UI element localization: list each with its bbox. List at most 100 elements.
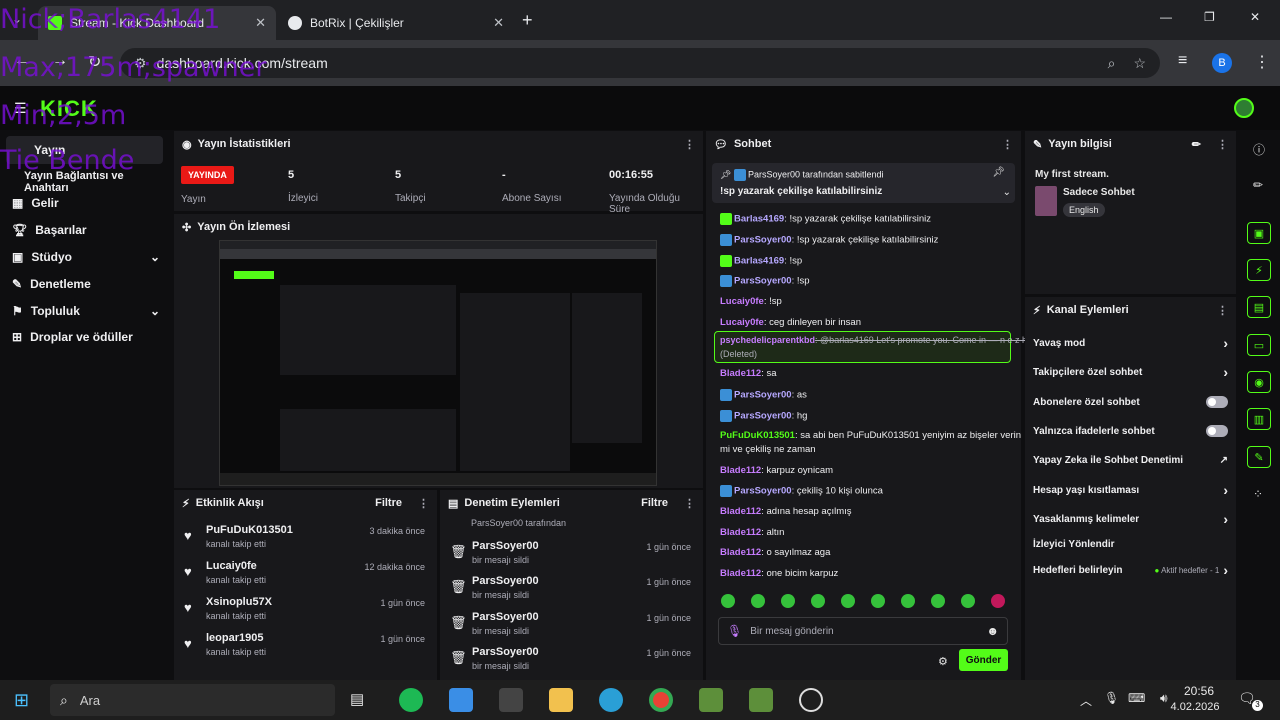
chat-settings-icon[interactable]: ⚙ — [938, 655, 948, 668]
tab-botrix[interactable]: BotRix | Çekilişler ✕ — [278, 6, 514, 40]
filter-button[interactable]: Filtre — [641, 497, 668, 509]
media-control-icon[interactable]: ≡ — [1178, 52, 1187, 70]
activity-user[interactable]: leopar1905 — [206, 632, 263, 644]
emote-icon[interactable] — [901, 594, 915, 608]
emote-icon[interactable] — [991, 594, 1005, 608]
taskbar-search[interactable]: ⌕ Ara — [50, 684, 335, 716]
sidebar-item-gelir[interactable]: ▦ Gelir — [12, 196, 59, 210]
bookmark-star-icon[interactable]: ☆ — [1133, 55, 1146, 72]
sidebar-item-studyo[interactable]: ▣ Stüdyo ⌄ — [12, 250, 160, 264]
send-button[interactable]: Gönder — [959, 649, 1008, 671]
info-icon[interactable]: ⓘ — [1253, 141, 1265, 158]
chat-username[interactable]: Lucaiy0fe — [720, 296, 764, 307]
chat-username[interactable]: Blade112 — [720, 527, 761, 538]
chat-username[interactable]: Blade112 — [720, 547, 761, 558]
chat-username[interactable]: ParsSoyer00 — [734, 276, 792, 287]
microphone-tray-icon[interactable]: 🎙︎ — [1104, 691, 1119, 705]
stream-preview-video[interactable] — [219, 240, 657, 486]
emote-icon[interactable] — [961, 594, 975, 608]
more-options-icon[interactable]: ⋮ — [684, 497, 695, 510]
more-options-icon[interactable]: ⋮ — [1002, 138, 1013, 151]
add-widget-icon[interactable]: ⁘ — [1253, 487, 1263, 501]
keyboard-icon[interactable]: ⌨ — [1128, 691, 1145, 705]
clock-date[interactable]: 4.02.2026 — [1160, 701, 1230, 713]
microphone-icon[interactable]: 🎙︎ — [727, 624, 742, 638]
chat-username[interactable]: ParsSoyer00 — [734, 486, 792, 497]
moderation-user[interactable]: ParsSoyer00 — [472, 611, 539, 623]
chat-username[interactable]: ParsSoyer00 — [734, 411, 792, 422]
emote-icon[interactable] — [931, 594, 945, 608]
zoom-search-icon[interactable]: ⌕ — [1108, 55, 1116, 72]
activity-user[interactable]: Lucaiy0fe — [206, 560, 257, 572]
chevron-down-icon[interactable]: ⌄ — [1003, 187, 1011, 198]
channel-action-ai-moderation[interactable]: Yapay Zeka ile Sohbet Denetimi ↗ — [1033, 449, 1228, 471]
chat-username[interactable]: Blade112 — [720, 506, 761, 517]
edge-icon[interactable] — [599, 688, 623, 712]
chat-username[interactable]: psychedelicparentkbd — [720, 335, 815, 345]
chat-username[interactable]: ParsSoyer00 — [734, 235, 792, 246]
channel-action-emote-only[interactable]: Yalnızca ifadelerle sohbet — [1033, 420, 1228, 442]
rail-chat-button[interactable]: ▭ — [1247, 334, 1271, 356]
emoji-icon[interactable]: ☻ — [986, 624, 999, 638]
chat-username[interactable]: Barlas4169 — [734, 214, 784, 225]
rail-moderation-button[interactable]: ▤ — [1247, 296, 1271, 318]
user-avatar[interactable] — [1234, 98, 1254, 118]
sidebar-item-denetleme[interactable]: ✎ Denetleme — [12, 277, 91, 291]
emote-icon[interactable] — [871, 594, 885, 608]
minimize-icon[interactable]: — — [1160, 10, 1172, 24]
profile-avatar[interactable]: B — [1212, 53, 1232, 73]
restore-icon[interactable]: ❐ — [1204, 10, 1215, 24]
edit-rail-icon[interactable]: ✏ — [1253, 178, 1263, 192]
rail-broadcast-button[interactable]: ◉ — [1247, 371, 1271, 393]
channel-action-slow-mode[interactable]: Yavaş mod › — [1033, 332, 1228, 354]
chat-input[interactable]: 🎙︎ Bir mesaj gönderin ☻ — [718, 617, 1008, 645]
activity-user[interactable]: Xsinoplu57X — [206, 596, 272, 608]
chat-username[interactable]: Blade112 — [720, 465, 761, 476]
pinned-message[interactable]: 📌︎ ParsSoyer00 tarafından sabitlendi !sp… — [712, 163, 1015, 203]
filter-button[interactable]: Filtre — [375, 497, 402, 509]
moderation-user[interactable]: ParsSoyer00 — [472, 575, 539, 587]
close-window-icon[interactable]: ✕ — [1250, 10, 1260, 24]
clock-time[interactable]: 20:56 — [1172, 684, 1226, 698]
emote-icon[interactable] — [841, 594, 855, 608]
more-options-icon[interactable]: ⋮ — [684, 138, 695, 151]
more-options-icon[interactable]: ⋮ — [1217, 138, 1228, 151]
channel-action-banned-words[interactable]: Yasaklanmış kelimeler › — [1033, 508, 1228, 530]
windows-start-icon[interactable]: ⊞ — [14, 690, 29, 711]
more-options-icon[interactable]: ⋮ — [1217, 304, 1228, 317]
channel-action-followers-only[interactable]: Takipçilere özel sohbet › — [1033, 361, 1228, 383]
channel-action-subs-only[interactable]: Abonelere özel sohbet — [1033, 391, 1228, 413]
channel-action-account-age[interactable]: Hesap yaşı kısıtlaması › — [1033, 479, 1228, 501]
rail-stats-button[interactable]: ▥ — [1247, 408, 1271, 430]
more-options-icon[interactable]: ⋮ — [418, 497, 429, 510]
chat-username[interactable]: Blade112 — [720, 568, 761, 579]
moderation-user[interactable]: ParsSoyer00 — [472, 540, 539, 552]
browser-menu-icon[interactable]: ⋮ — [1254, 52, 1270, 72]
rail-preview-button[interactable]: ▣ — [1247, 222, 1271, 244]
obs-icon[interactable] — [799, 688, 823, 712]
chat-username[interactable]: Barlas4169 — [734, 256, 784, 267]
sidebar-item-basarilar[interactable]: 🏆︎ Başarılar — [12, 223, 87, 237]
file-explorer-icon[interactable] — [549, 688, 573, 712]
channel-action-host[interactable]: İzleyici Yönlendir — [1033, 533, 1228, 555]
channel-action-goals[interactable]: Hedefleri belirleyin ● Aktif hedefler - 1… — [1033, 559, 1228, 581]
unpin-icon[interactable]: 📌︎ — [992, 167, 1005, 178]
emote-icon[interactable] — [721, 594, 735, 608]
emote-icon[interactable] — [811, 594, 825, 608]
edit-icon[interactable]: ✏ — [1192, 138, 1201, 151]
emote-only-toggle[interactable] — [1206, 425, 1228, 437]
sidebar-item-topluluk[interactable]: ⚑ Topluluk ⌄ — [12, 304, 160, 318]
minecraft-icon[interactable] — [699, 688, 723, 712]
sidebar-item-droplar[interactable]: ⊞ Droplar ve ödüller — [12, 330, 133, 344]
chat-username[interactable]: Lucaiy0fe — [720, 317, 764, 328]
close-tab-icon[interactable]: ✕ — [493, 15, 504, 31]
new-tab-icon[interactable]: + — [522, 10, 533, 31]
chat-username[interactable]: Blade112 — [720, 368, 761, 379]
spotify-icon[interactable] — [399, 688, 423, 712]
activity-user[interactable]: PuFuDuK013501 — [206, 524, 293, 536]
app-icon[interactable] — [499, 688, 523, 712]
chat-username[interactable]: PuFuDuK013501 — [720, 430, 795, 441]
minecraft-launcher-icon[interactable] — [749, 688, 773, 712]
rail-activity-button[interactable]: ⚡︎ — [1247, 259, 1271, 281]
task-view-icon[interactable]: ▤ — [350, 690, 364, 708]
